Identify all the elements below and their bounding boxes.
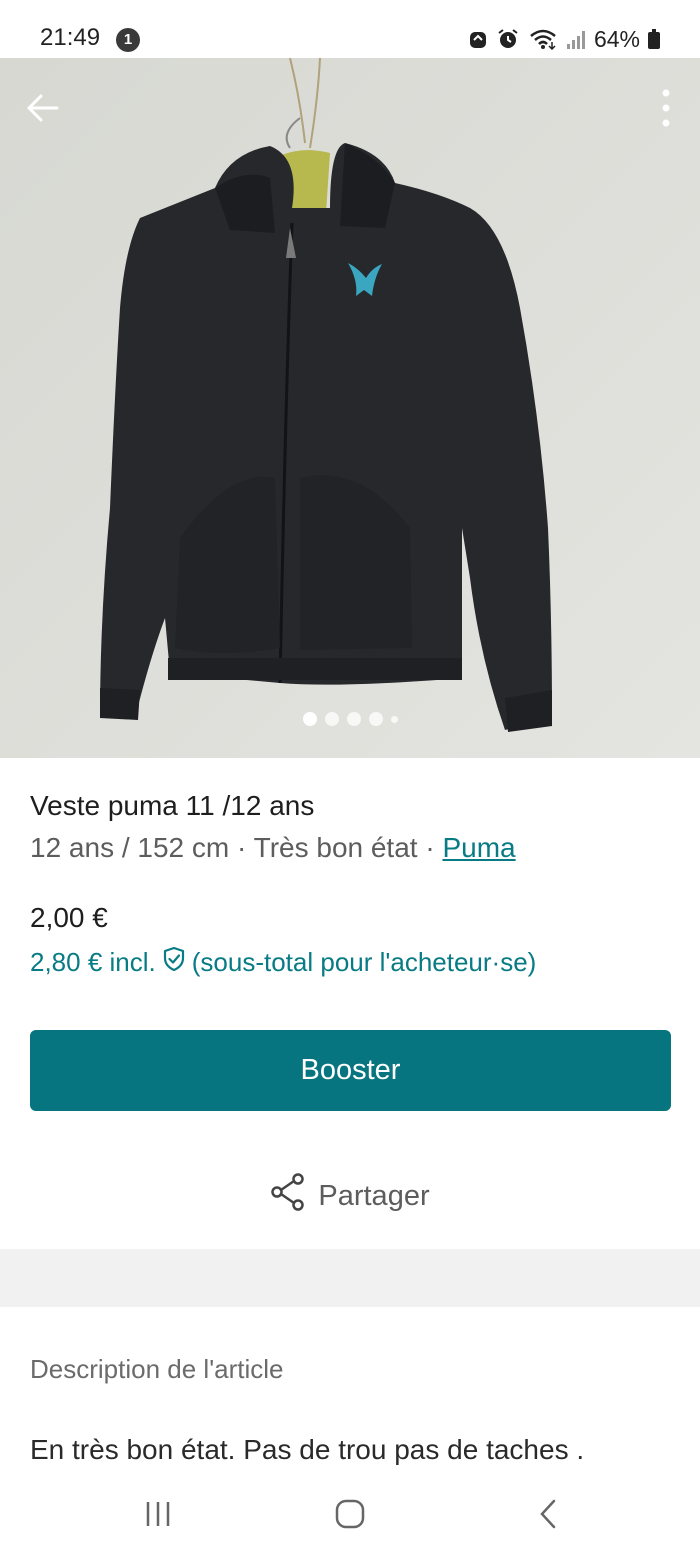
- price-incl-value: 2,80 € incl.: [30, 947, 156, 977]
- carousel-indicator: [0, 712, 700, 726]
- attribute-separator: ·: [417, 832, 443, 863]
- share-icon: [270, 1173, 306, 1219]
- status-bar: 21:49 1 64%: [0, 0, 700, 58]
- item-attributes: 12 ans / 152 cm · Très bon état · Puma: [30, 832, 516, 864]
- carousel-dot[interactable]: [390, 715, 398, 723]
- attribute-separator: ·: [229, 832, 254, 863]
- notification-count-badge: 1: [116, 28, 140, 52]
- status-time: 21:49: [40, 24, 101, 51]
- item-photo-carousel[interactable]: [0, 58, 700, 758]
- buyer-protection-price[interactable]: 2,80 € incl. (sous-total pour l'acheteur…: [30, 946, 536, 979]
- carousel-dot[interactable]: [324, 712, 339, 726]
- item-condition: Très bon état: [253, 832, 418, 863]
- brand-link[interactable]: Puma: [442, 832, 515, 863]
- recent-apps-icon[interactable]: [138, 1494, 178, 1534]
- description-text: En très bon état. Pas de trou pas de tac…: [30, 1434, 585, 1465]
- section-divider: [0, 1249, 700, 1307]
- share-button[interactable]: Partager: [0, 1168, 700, 1224]
- item-title: Veste puma 11 /12 ans: [30, 790, 315, 821]
- jacket-photo: [0, 58, 700, 758]
- description-heading: Description de l'article: [30, 1354, 284, 1384]
- carousel-dot[interactable]: [346, 712, 361, 726]
- alarm-icon: [496, 28, 520, 50]
- battery-icon: [648, 28, 660, 50]
- system-back-icon[interactable]: [528, 1494, 568, 1534]
- wifi-icon: [528, 28, 558, 50]
- battery-percentage: 64%: [593, 25, 640, 52]
- signal-icon: [566, 28, 586, 50]
- carousel-dot[interactable]: [368, 712, 383, 726]
- price-incl-note: (sous-total pour l'acheteur·se): [191, 947, 537, 977]
- status-icons: 64%: [468, 24, 660, 54]
- shield-check-icon: [162, 946, 186, 979]
- system-navigation-bar: [0, 1480, 700, 1556]
- share-label: Partager: [318, 1179, 430, 1212]
- item-size: 12 ans / 152 cm: [30, 832, 230, 863]
- back-arrow-icon[interactable]: [20, 86, 64, 130]
- booster-button[interactable]: Booster: [30, 1030, 671, 1111]
- item-price: 2,00 €: [30, 902, 108, 933]
- home-icon[interactable]: [330, 1494, 370, 1534]
- carousel-dot[interactable]: [302, 712, 317, 726]
- recycle-icon: [468, 28, 488, 50]
- more-options-icon[interactable]: [654, 86, 678, 130]
